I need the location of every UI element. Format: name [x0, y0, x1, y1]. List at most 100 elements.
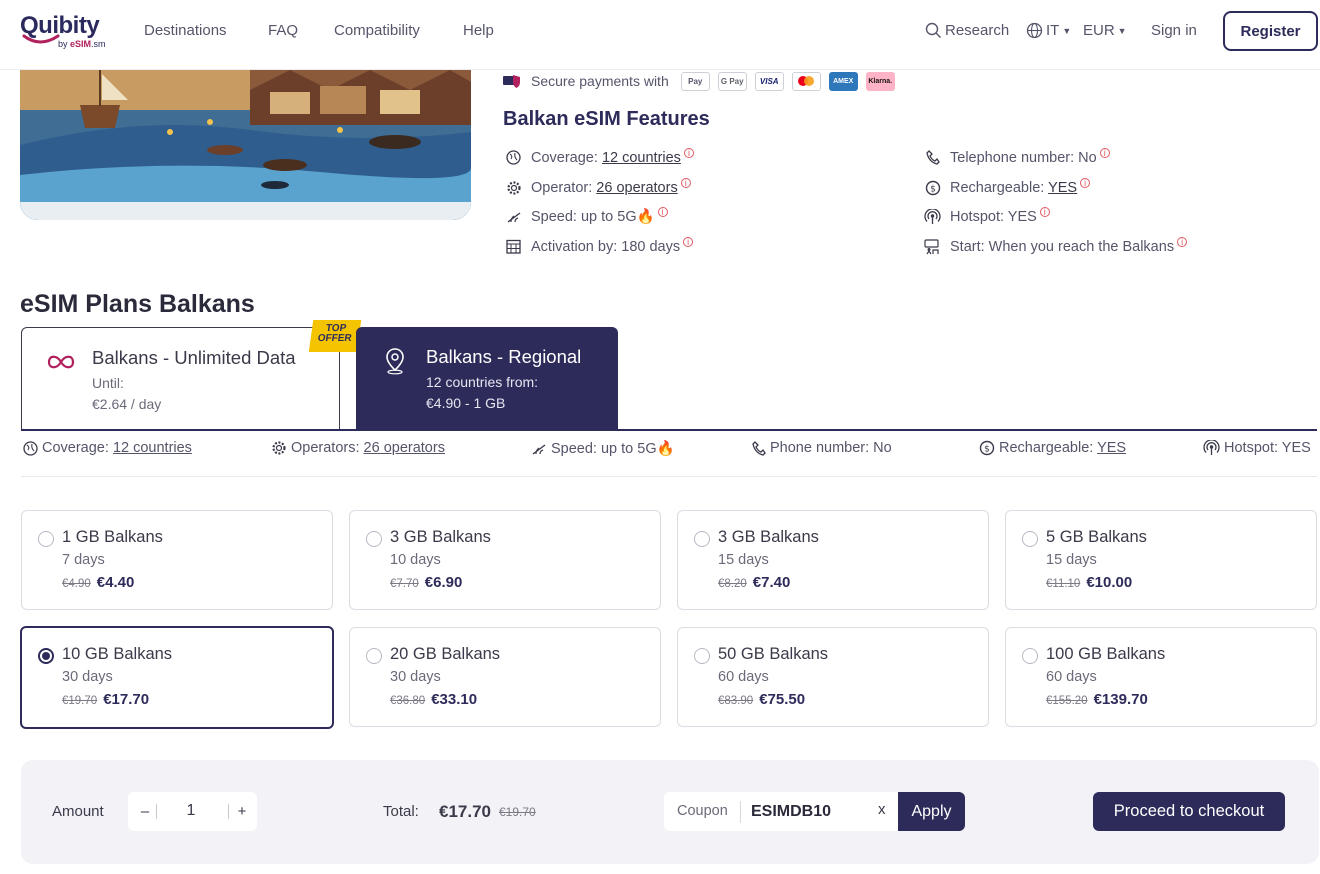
info-icon[interactable]: i — [1177, 236, 1188, 247]
increment-button[interactable]: + — [231, 800, 253, 822]
spec-operators-link[interactable]: 26 operators — [364, 440, 445, 456]
site-header: Quibity by eSIM.sm Destinations FAQ Comp… — [0, 0, 1320, 70]
plan-name: 5 GB Balkans — [1046, 528, 1147, 546]
total-original-price: €19.70 — [499, 805, 536, 819]
proceed-to-checkout-button[interactable]: Proceed to checkout — [1093, 792, 1285, 831]
plan-radio[interactable] — [694, 531, 710, 547]
tab-underline — [21, 429, 1317, 431]
nav-help[interactable]: Help — [463, 22, 494, 39]
language-label: IT — [1046, 22, 1060, 39]
operators-link[interactable]: 26 operators — [596, 180, 677, 196]
google-pay-icon: G Pay — [717, 71, 747, 91]
tab-regional[interactable]: Balkans - Regional 12 countries from: €4… — [356, 327, 618, 430]
quibity-logo[interactable]: Quibity by eSIM.sm — [20, 12, 120, 56]
plan-name: 20 GB Balkans — [390, 645, 501, 663]
svg-text:$: $ — [930, 184, 936, 194]
spec-coverage-link[interactable]: 12 countries — [113, 440, 192, 456]
language-selector[interactable]: IT ▼ — [1026, 22, 1071, 39]
plan-name: 10 GB Balkans — [62, 645, 173, 663]
plan-duration: 15 days — [718, 552, 769, 568]
feature-hotspot: Hotspot: YES i — [924, 206, 1050, 225]
currency-selector[interactable]: EUR ▼ — [1083, 22, 1127, 39]
plan-price: €4.90 €4.40 — [62, 574, 135, 591]
spec-rechargeable-link[interactable]: YES — [1097, 440, 1126, 456]
info-icon[interactable]: i — [1099, 147, 1110, 158]
plan-card-100gb-60d[interactable]: 100 GB Balkans 60 days €155.20 €139.70 — [1005, 627, 1317, 727]
research-link[interactable]: Research — [925, 22, 1009, 39]
info-icon[interactable]: i — [680, 177, 691, 188]
plan-radio[interactable] — [694, 648, 710, 664]
coupon-input[interactable] — [751, 799, 869, 825]
register-button[interactable]: Register — [1223, 11, 1318, 51]
plan-card-5gb-15d[interactable]: 5 GB Balkans 15 days €11.10 €10.00 — [1005, 510, 1317, 610]
plan-radio[interactable] — [366, 531, 382, 547]
features-title: Balkan eSIM Features — [503, 108, 710, 130]
plan-radio[interactable] — [1022, 531, 1038, 547]
globe-icon — [23, 440, 38, 456]
phone-icon — [752, 440, 766, 456]
plan-price: €83.90 €75.50 — [718, 691, 806, 708]
nav-destinations[interactable]: Destinations — [144, 22, 227, 39]
klarna-icon: Klarna. — [865, 71, 895, 91]
signin-link[interactable]: Sign in — [1151, 22, 1197, 39]
plan-card-1gb-7d[interactable]: 1 GB Balkans 7 days €4.90 €4.40 — [21, 510, 333, 610]
plan-price: €19.70 €17.70 — [62, 691, 150, 708]
chevron-down-icon: ▼ — [1117, 25, 1127, 36]
nav-compatibility[interactable]: Compatibility — [334, 22, 420, 39]
info-icon[interactable]: i — [683, 236, 694, 247]
top-offer-badge: TOP OFFER — [308, 320, 362, 352]
plan-duration: 7 days — [62, 552, 105, 568]
checkout-bar: Amount – + Total: €17.70 €19.70 Coupon x… — [21, 760, 1319, 864]
hotspot-icon — [1203, 440, 1220, 455]
spec-hotspot: Hotspot: YES — [1203, 440, 1311, 456]
currency-label: EUR — [1083, 22, 1115, 39]
plan-radio[interactable] — [1022, 648, 1038, 664]
coverage-link[interactable]: 12 countries — [602, 150, 681, 166]
plan-card-3gb-15d[interactable]: 3 GB Balkans 15 days €8.20 €7.40 — [677, 510, 989, 610]
plan-radio[interactable] — [366, 648, 382, 664]
quantity-input[interactable] — [158, 799, 224, 823]
info-icon[interactable]: i — [1080, 177, 1091, 188]
tab-unlimited-data[interactable]: Balkans - Unlimited Data Until: €2.64 / … — [21, 320, 362, 430]
amount-label: Amount — [52, 803, 104, 820]
plan-card-50gb-60d[interactable]: 50 GB Balkans 60 days €83.90 €75.50 — [677, 627, 989, 727]
rechargeable-link[interactable]: YES — [1048, 180, 1077, 196]
coupon-divider — [740, 801, 741, 823]
stepper-divider — [156, 804, 157, 819]
feature-rechargeable: $ Rechargeable: YES i — [924, 177, 1091, 196]
phone-icon — [924, 149, 941, 166]
decrement-button[interactable]: – — [134, 800, 156, 822]
tab-regional-subtitle: 12 countries from: €4.90 - 1 GB — [426, 374, 539, 411]
hotspot-icon — [924, 208, 941, 225]
globe-icon — [505, 149, 522, 166]
total-label: Total: — [383, 803, 419, 820]
info-icon[interactable]: i — [1039, 206, 1050, 217]
plan-name: 50 GB Balkans — [718, 645, 829, 663]
apple-pay-icon: Pay — [680, 71, 710, 91]
visa-icon: VISA — [754, 71, 784, 91]
spec-rechargeable: $ Rechargeable: YES — [979, 440, 1126, 456]
amex-icon: AMEX — [828, 71, 858, 91]
quantity-stepper: – + — [128, 792, 257, 831]
plan-duration: 30 days — [390, 669, 441, 685]
research-label: Research — [945, 22, 1010, 39]
payment-methods: Pay G Pay VISA AMEX Klarna. — [680, 71, 895, 91]
plan-card-3gb-10d[interactable]: 3 GB Balkans 10 days €7.70 €6.90 — [349, 510, 661, 610]
info-icon[interactable]: i — [657, 207, 668, 217]
plan-radio-selected[interactable] — [38, 648, 54, 664]
spec-speed: Speed: up to 5G🔥 — [531, 440, 675, 457]
info-icon[interactable]: i — [683, 147, 694, 158]
clear-coupon-icon[interactable]: x — [878, 801, 886, 818]
plan-duration: 10 days — [390, 552, 441, 568]
plan-card-20gb-30d[interactable]: 20 GB Balkans 30 days €36.80 €33.10 — [349, 627, 661, 727]
gear-icon — [272, 441, 286, 455]
plan-duration: 30 days — [62, 669, 113, 685]
plan-duration: 15 days — [1046, 552, 1097, 568]
nav-faq[interactable]: FAQ — [268, 22, 298, 39]
mastercard-icon — [791, 71, 821, 91]
plan-card-10gb-30d[interactable]: 10 GB Balkans 30 days €19.70 €17.70 — [20, 626, 334, 729]
plan-radio[interactable] — [38, 531, 54, 547]
apply-coupon-button[interactable]: Apply — [898, 792, 965, 831]
coupon-label: Coupon — [677, 803, 728, 819]
plan-price: €8.20 €7.40 — [718, 574, 791, 591]
